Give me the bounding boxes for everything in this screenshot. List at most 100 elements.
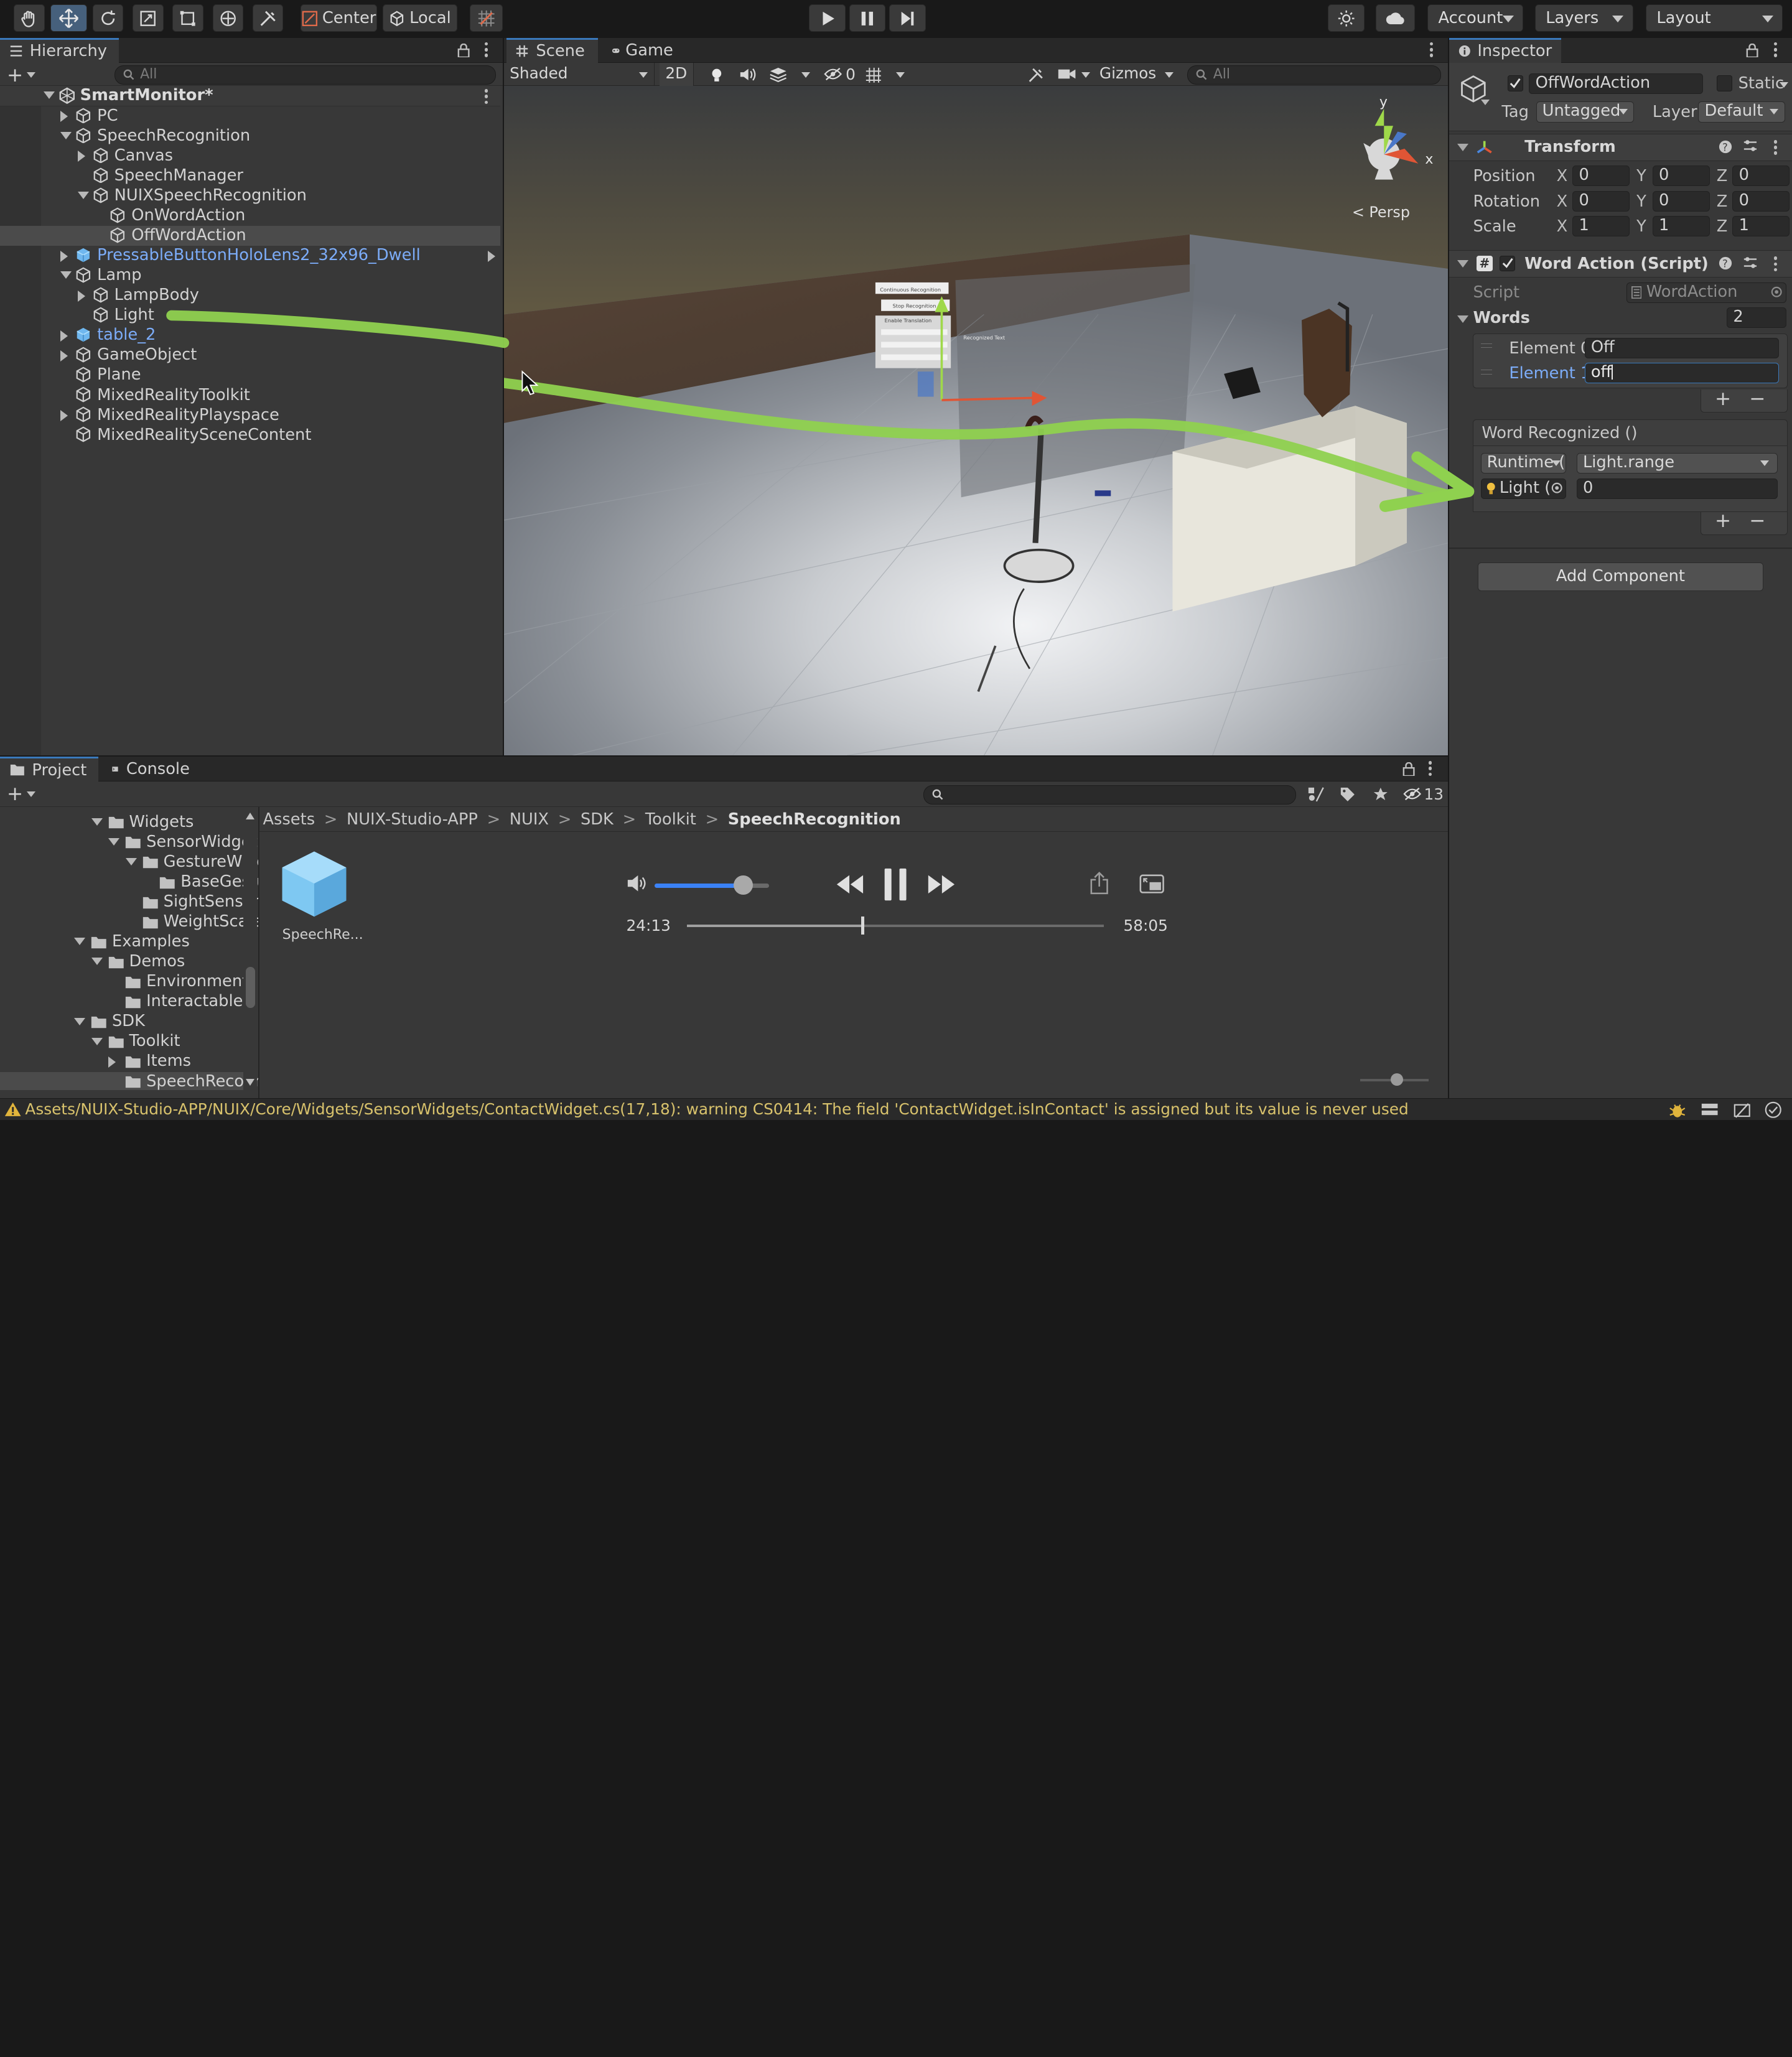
bug-debug-icon[interactable] xyxy=(1669,1101,1686,1119)
param-field[interactable]: 0 xyxy=(1576,478,1778,499)
chevron-down-icon[interactable] xyxy=(126,858,138,865)
folder-tree-item[interactable]: SensorWidgets xyxy=(0,833,258,852)
effects-layers-icon[interactable] xyxy=(769,67,787,83)
folder-tree-item[interactable]: GestureWidge xyxy=(0,852,258,872)
play-button[interactable] xyxy=(809,4,846,32)
hand-tool-button[interactable] xyxy=(14,4,45,32)
folder-tree-item[interactable]: Interactables xyxy=(0,992,251,1012)
tag-dropdown[interactable]: Untagged xyxy=(1536,101,1635,123)
progress-check-icon[interactable] xyxy=(1765,1101,1782,1119)
picture-in-picture-icon[interactable] xyxy=(1139,874,1165,893)
lighting-bulb-icon[interactable] xyxy=(709,67,725,83)
create-dropdown[interactable]: + xyxy=(7,64,35,86)
hierarchy-item[interactable]: LampBody xyxy=(0,286,500,306)
chevron-down-icon[interactable] xyxy=(77,192,89,199)
hierarchy-item[interactable]: Plane xyxy=(0,365,500,385)
grid-icon[interactable] xyxy=(865,67,882,84)
tab-project[interactable]: Project xyxy=(0,756,98,782)
cloud-button[interactable] xyxy=(1376,4,1415,32)
scale-y-field[interactable]: 1 xyxy=(1652,216,1710,237)
hierarchy-item[interactable]: NUIXSpeechRecognition xyxy=(0,186,500,206)
toggle-2d-button[interactable]: 2D xyxy=(659,63,694,86)
chevron-down-icon[interactable] xyxy=(895,72,905,78)
chevron-right-icon[interactable] xyxy=(77,151,85,162)
custom-tool-button[interactable] xyxy=(252,4,284,32)
chevron-down-icon[interactable] xyxy=(60,271,72,279)
element-0-field[interactable]: Off xyxy=(1584,337,1779,358)
space-local-button[interactable]: Local xyxy=(383,4,457,32)
lock-icon[interactable] xyxy=(1402,762,1415,777)
hierarchy-item[interactable]: MixedRealityToolkit xyxy=(0,386,500,406)
tab-hierarchy[interactable]: Hierarchy xyxy=(0,37,119,63)
lock-icon[interactable] xyxy=(457,43,470,57)
camera-icon[interactable] xyxy=(1057,67,1076,81)
hierarchy-scene-root[interactable]: SmartMonitor* xyxy=(0,85,501,106)
grid-snap-button[interactable] xyxy=(469,4,503,32)
tab-scene[interactable]: Scene xyxy=(506,37,598,63)
label-tag-icon[interactable] xyxy=(1340,786,1356,803)
progress-track[interactable] xyxy=(686,924,1104,927)
chevron-down-icon[interactable] xyxy=(74,1017,86,1025)
hierarchy-item[interactable]: PressableButtonHoloLens2_32x96_Dwell xyxy=(0,246,500,266)
presets-sliders-icon[interactable] xyxy=(1743,256,1758,271)
folder-tree-item[interactable]: WeightScaler xyxy=(0,912,258,932)
chevron-right-icon[interactable] xyxy=(108,1056,116,1068)
tab-console[interactable]: Console xyxy=(103,757,198,781)
scene-search-input[interactable]: All xyxy=(1187,65,1442,85)
audio-icon[interactable] xyxy=(739,67,757,83)
kebab-menu-icon[interactable] xyxy=(484,42,489,60)
hierarchy-item[interactable]: Lamp xyxy=(0,266,500,286)
folder-tree-item[interactable]: Examples xyxy=(0,932,243,952)
function-dropdown[interactable]: Light.range xyxy=(1576,453,1778,474)
create-asset-dropdown[interactable]: + xyxy=(7,783,35,805)
tools-icon[interactable] xyxy=(1027,67,1045,84)
breadcrumb-item[interactable]: Assets xyxy=(263,810,315,829)
layout-dropdown[interactable]: Layout xyxy=(1645,4,1783,32)
hierarchy-item[interactable]: MixedRealitySceneContent xyxy=(0,426,500,445)
chevron-right-icon[interactable] xyxy=(60,350,68,361)
drag-handle-icon[interactable] xyxy=(1480,343,1492,348)
hidden-packages-toggle[interactable]: 13 xyxy=(1403,785,1444,803)
scrollbar-thumb[interactable] xyxy=(245,966,255,1008)
chevron-down-icon[interactable] xyxy=(1457,259,1468,268)
account-dropdown[interactable]: Account xyxy=(1427,4,1524,32)
breadcrumb-item[interactable]: Toolkit xyxy=(645,810,696,829)
move-tool-button[interactable] xyxy=(50,4,87,32)
words-count-field[interactable]: 2 xyxy=(1727,307,1786,329)
rect-tool-button[interactable] xyxy=(172,4,203,32)
chevron-down-icon[interactable] xyxy=(1081,72,1090,78)
scale-tool-button[interactable] xyxy=(133,4,164,32)
object-picker-icon[interactable] xyxy=(1551,482,1562,493)
fast-forward-icon[interactable] xyxy=(927,873,956,896)
chevron-down-icon[interactable] xyxy=(43,91,55,99)
chevron-right-icon[interactable] xyxy=(60,111,68,123)
active-checkbox[interactable] xyxy=(1507,75,1524,91)
component-enabled-checkbox[interactable] xyxy=(1499,255,1516,272)
rewind-icon[interactable] xyxy=(836,873,864,896)
layers-dropdown[interactable]: Layers xyxy=(1534,4,1633,32)
kebab-menu-icon[interactable] xyxy=(1773,256,1778,274)
chevron-right-icon[interactable] xyxy=(488,250,495,262)
folder-tree-item[interactable]: Widgets xyxy=(0,813,243,833)
chevron-down-icon[interactable] xyxy=(1481,99,1490,105)
volume-icon[interactable] xyxy=(627,874,648,892)
chevron-down-icon[interactable] xyxy=(801,72,810,78)
scale-x-field[interactable]: 1 xyxy=(1572,216,1630,237)
hierarchy-item[interactable]: PC xyxy=(0,106,500,126)
lock-icon[interactable] xyxy=(1746,43,1759,57)
chevron-down-icon[interactable] xyxy=(91,818,103,826)
runtime-dropdown[interactable]: Runtime ( xyxy=(1480,453,1567,474)
folder-tree-item[interactable]: Toolkit xyxy=(0,1032,243,1052)
chevron-down-icon[interactable] xyxy=(91,958,103,965)
scroll-down-icon[interactable] xyxy=(245,1078,254,1086)
add-component-button[interactable]: Add Component xyxy=(1477,562,1763,591)
hidden-objects-toggle[interactable]: 0 xyxy=(824,65,856,83)
icon-size-slider-thumb[interactable] xyxy=(1391,1073,1404,1086)
asset-item[interactable]: SpeechRe... xyxy=(279,848,363,951)
object-name-field[interactable]: OffWordAction xyxy=(1529,73,1703,94)
kebab-menu-icon[interactable] xyxy=(1773,140,1778,157)
add-listener-button[interactable]: + xyxy=(1715,510,1731,532)
rotate-tool-button[interactable] xyxy=(92,4,124,32)
word-action-section-header[interactable]: # Word Action (Script) ? xyxy=(1449,250,1792,278)
script-field[interactable]: WordAction xyxy=(1626,282,1786,303)
